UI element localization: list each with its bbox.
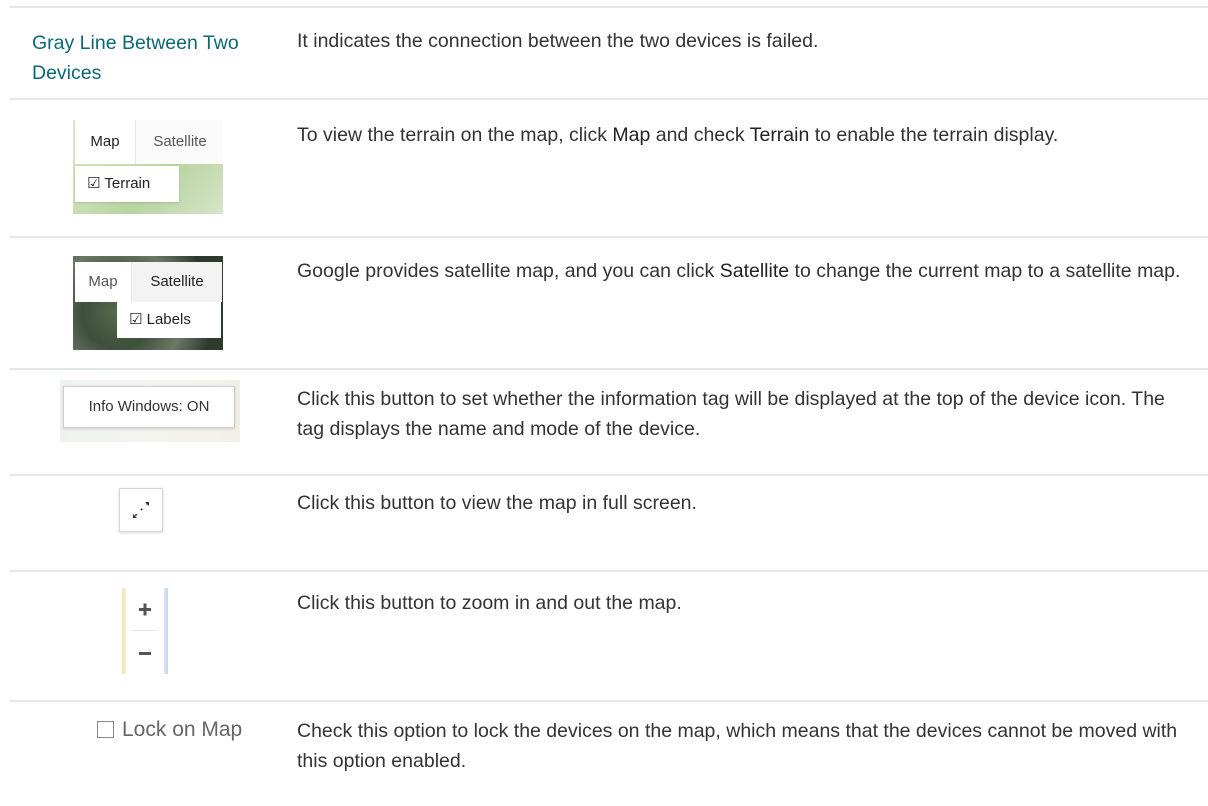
fullscreen-icon	[133, 502, 149, 518]
map-type-tabs: Map Satellite	[75, 120, 223, 164]
checkbox-label: Terrain	[104, 175, 151, 192]
map-terrain-thumbnail: Map Satellite ☑ Terrain	[73, 120, 223, 214]
text: to enable the terrain display.	[809, 124, 1059, 146]
table-row: Click this button to zoom in and out the…	[10, 572, 1208, 702]
labels-checkbox[interactable]: ☑ Labels	[117, 302, 221, 338]
zoom-control-thumbnail	[122, 588, 168, 674]
info-windows-button[interactable]: Info Windows: ON	[63, 386, 235, 428]
divider	[132, 630, 158, 631]
description: To view the terrain on the map, click Ma…	[297, 120, 1187, 150]
table-row: Info Windows: ON Click this button to se…	[10, 370, 1208, 476]
emphasis-map: Map	[612, 124, 651, 146]
zoom-control	[126, 588, 164, 674]
emphasis-satellite: Satellite	[719, 260, 790, 282]
satellite-thumbnail: Map Satellite ☑ Labels	[73, 256, 223, 350]
checkbox-label: Labels	[146, 311, 191, 328]
lock-on-map-checkbox[interactable]: Lock on Map	[97, 718, 242, 742]
fullscreen-button[interactable]	[119, 488, 163, 532]
description: It indicates the connection between the …	[297, 30, 819, 52]
text: and check	[650, 124, 750, 146]
description: Click this button to set whether the inf…	[297, 388, 1165, 440]
checkbox-icon	[97, 721, 114, 738]
table-row: Gray Line Between Two Devices It indicat…	[10, 8, 1208, 100]
term-label: Gray Line Between Two Devices	[32, 32, 239, 84]
plus-icon	[139, 603, 151, 616]
tab-satellite[interactable]: Satellite	[131, 262, 222, 302]
text: Google provides satellite map, and you c…	[297, 260, 720, 282]
table-row: Map Satellite ☑ Labels Google provides s…	[10, 238, 1208, 370]
table-row: Map Satellite ☑ Terrain To view the terr…	[10, 100, 1208, 238]
map-type-tabs: Map Satellite	[75, 262, 222, 302]
description: Click this button to zoom in and out the…	[297, 592, 682, 614]
tab-map[interactable]: Map	[75, 120, 135, 164]
tab-satellite[interactable]: Satellite	[135, 120, 223, 164]
description: Click this button to view the map in ful…	[297, 492, 697, 514]
text: To view the terrain on the map, click	[297, 124, 613, 146]
zoom-in-button[interactable]	[126, 588, 164, 630]
feature-table: Gray Line Between Two Devices It indicat…	[10, 6, 1208, 806]
minus-icon	[139, 652, 151, 655]
checkbox-checked-icon: ☑	[129, 311, 143, 328]
tab-map[interactable]: Map	[75, 262, 131, 302]
info-windows-thumbnail: Info Windows: ON	[60, 380, 240, 442]
description: Google provides satellite map, and you c…	[297, 256, 1187, 286]
terrain-checkbox[interactable]: ☑ Terrain	[75, 166, 179, 202]
text: to change the current map to a satellite…	[789, 260, 1181, 282]
emphasis-terrain: Terrain	[749, 124, 810, 146]
description: Check this option to lock the devices on…	[297, 720, 1178, 772]
table-row: Lock on Map Check this option to lock th…	[10, 702, 1208, 806]
checkbox-label: Lock on Map	[122, 718, 243, 741]
checkbox-checked-icon: ☑	[87, 175, 101, 192]
table-row: Click this button to view the map in ful…	[10, 476, 1208, 572]
zoom-out-button[interactable]	[126, 632, 164, 674]
